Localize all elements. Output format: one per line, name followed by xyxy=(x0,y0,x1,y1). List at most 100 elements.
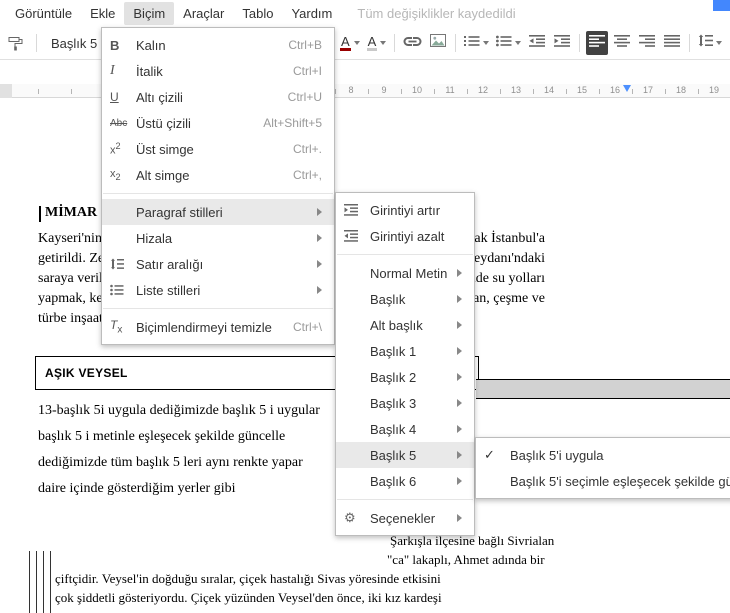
menu-item[interactable]: Başlık 5'i seçimle eşleşecek şekilde gün… xyxy=(476,468,730,494)
doc-table-border xyxy=(50,551,51,613)
menu-item[interactable]: Girintiyi artır xyxy=(336,197,474,223)
menubar-item-yardim[interactable]: Yardım xyxy=(282,2,341,25)
menu-item-label: Başlık xyxy=(370,291,406,307)
paint-format-icon[interactable] xyxy=(4,31,26,55)
submenu-arrow-icon xyxy=(457,321,462,329)
align-justify-button[interactable] xyxy=(661,31,683,55)
menu-item[interactable]: x2 Üst simge Ctrl+. xyxy=(102,136,334,162)
ruler-tick xyxy=(532,89,534,94)
menu-item-label: Alt başlık xyxy=(370,317,423,333)
menu-item[interactable]: Satır aralığı xyxy=(102,251,334,277)
menu-item[interactable]: ✓ Başlık 5'i uygula xyxy=(476,442,730,468)
menu-item-shortcut: Ctrl+I xyxy=(292,64,322,78)
indent-increase-icon xyxy=(344,204,370,216)
menu-item-label: Başlık 1 xyxy=(370,343,417,359)
doc-bottom-line: çok şiddetli gösteriyordu. Çiçek yüzünde… xyxy=(55,590,442,605)
menu-item-label: Başlık 2 xyxy=(370,369,417,385)
decrease-indent-icon xyxy=(529,34,546,52)
doc-table-border xyxy=(36,551,37,613)
menu-item[interactable]: Başlık 2 xyxy=(336,364,474,390)
increase-indent-button[interactable] xyxy=(551,31,573,55)
menu-item[interactable]: B Kalın Ctrl+B xyxy=(102,32,334,58)
menubar-item-ekle[interactable]: Ekle xyxy=(81,2,124,25)
highlight-color-button[interactable]: A xyxy=(365,31,389,55)
menu-item[interactable]: Liste stilleri xyxy=(102,277,334,303)
menu-item-label: Başlık 3 xyxy=(370,395,417,411)
menu-item-label: Paragraf stilleri xyxy=(136,204,223,220)
ruler-tick xyxy=(598,89,600,94)
menu-item-shortcut: Alt+Shift+5 xyxy=(263,116,322,130)
ruler-tick xyxy=(631,89,633,94)
menu-item-shortcut: Ctrl+, xyxy=(292,168,322,182)
menu-item[interactable]: Başlık 5 xyxy=(336,442,474,468)
submenu-arrow-icon xyxy=(457,373,462,381)
submenu-arrow-icon xyxy=(457,295,462,303)
submenu-arrow-icon xyxy=(317,208,322,216)
toolbar-separator xyxy=(579,34,581,52)
submenu-arrow-icon xyxy=(457,347,462,355)
menubar-item-goruntule[interactable]: Görüntüle xyxy=(6,2,81,25)
ruler-tick xyxy=(37,89,39,94)
menu-item[interactable]: Başlık 3 xyxy=(336,390,474,416)
menu-item[interactable]: I İtalik Ctrl+I xyxy=(102,58,334,84)
bulleted-list-icon xyxy=(496,34,512,52)
menu-item[interactable]: Normal Metin xyxy=(336,260,474,286)
submenu-arrow-icon xyxy=(457,399,462,407)
menu-item[interactable]: Alt başlık xyxy=(336,312,474,338)
chevron-down-icon xyxy=(515,41,522,45)
underline-icon: U xyxy=(110,90,119,104)
line-spacing-button[interactable] xyxy=(696,31,724,55)
menubar-item-araclar[interactable]: Araçlar xyxy=(174,2,233,25)
save-status-text: Tüm değişiklikler kaydedildi xyxy=(357,5,516,21)
menu-item[interactable]: Başlık 6 xyxy=(336,468,474,494)
text-color-button[interactable]: A xyxy=(338,31,362,55)
highlight-color-icon: A xyxy=(366,34,378,51)
decrease-indent-button[interactable] xyxy=(526,31,548,55)
ruler-tick xyxy=(499,89,501,94)
ruler-tick xyxy=(70,89,72,94)
doc-note-line: dediğimizde tüm başlık 5 leri aynı renkt… xyxy=(38,455,303,470)
toolbar-separator xyxy=(689,34,691,52)
clear-formatting-icon: Tx xyxy=(110,318,123,336)
menubar-item-bicim[interactable]: Biçim xyxy=(124,1,175,25)
doc-note-line: 13-başlık 5i uygula dediğimizde başlık 5… xyxy=(38,403,320,418)
menu-item[interactable]: Başlık 4 xyxy=(336,416,474,442)
heading5-submenu: ✓ Başlık 5'i uygula Başlık 5'i seçimle eşl… xyxy=(475,437,730,499)
insert-image-button[interactable] xyxy=(427,31,449,55)
chevron-down-icon xyxy=(483,41,490,45)
ruler-tick xyxy=(664,89,666,94)
submenu-arrow-icon xyxy=(317,260,322,268)
menu-item-shortcut: Ctrl+\ xyxy=(292,320,322,334)
menu-item[interactable]: Hizala xyxy=(102,225,334,251)
align-center-button[interactable] xyxy=(611,31,633,55)
menu-item[interactable]: x2 Alt simge Ctrl+, xyxy=(102,162,334,188)
share-button-corner[interactable] xyxy=(713,0,730,11)
chevron-down-icon xyxy=(716,41,723,45)
menu-item[interactable]: Tx Biçimlendirmeyi temizle Ctrl+\ xyxy=(102,314,334,340)
numbered-list-button[interactable] xyxy=(462,31,491,55)
menu-item[interactable]: Girintiyi azalt xyxy=(336,223,474,249)
menu-item[interactable]: Başlık 1 xyxy=(336,338,474,364)
align-right-button[interactable] xyxy=(636,31,658,55)
menu-item[interactable]: Paragraf stilleri xyxy=(102,199,334,225)
submenu-arrow-icon xyxy=(457,269,462,277)
align-left-button[interactable] xyxy=(586,31,609,55)
menu-item[interactable]: ⚙ Seçenekler xyxy=(336,505,474,531)
doc-paragraph-fragment: saraya verile xyxy=(38,271,110,286)
indent-decrease-icon xyxy=(344,230,370,242)
menu-item[interactable]: Abc Üstü çizili Alt+Shift+5 xyxy=(102,110,334,136)
menu-item[interactable]: Başlık xyxy=(336,286,474,312)
align-left-icon xyxy=(589,34,606,52)
indent-marker[interactable] xyxy=(623,85,631,92)
menubar-item-tablo[interactable]: Tablo xyxy=(233,2,282,25)
toolbar-separator xyxy=(455,34,457,52)
menu-item-shortcut: Ctrl+U xyxy=(287,90,322,104)
menu-item[interactable]: U Altı çizili Ctrl+U xyxy=(102,84,334,110)
insert-link-button[interactable] xyxy=(401,31,424,55)
doc-paragraph-fragment: türbe inşaatı xyxy=(38,311,107,326)
gear-icon: ⚙ xyxy=(344,510,356,525)
submenu-arrow-icon xyxy=(457,514,462,522)
bulleted-list-button[interactable] xyxy=(494,31,523,55)
doc-table-shaded-row xyxy=(476,379,730,399)
menu-item-label: Başlık 4 xyxy=(370,421,417,437)
